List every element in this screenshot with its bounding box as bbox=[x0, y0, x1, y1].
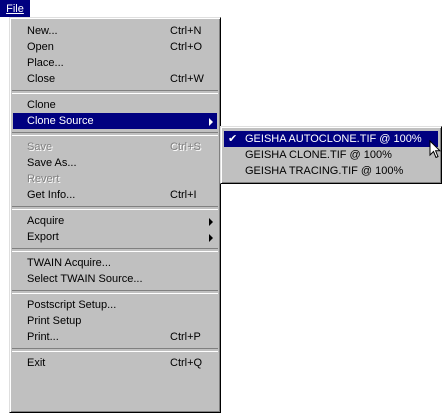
menu-item-exit-shortcut: Ctrl+Q bbox=[170, 357, 203, 369]
menu-item-exit-label: Exit bbox=[27, 357, 46, 369]
menu-item-place[interactable]: Place... bbox=[10, 55, 220, 71]
submenu-item-geisha-autoclone[interactable]: ✔ GEISHA AUTOCLONE.TIF @ 100% bbox=[224, 131, 438, 147]
menu-item-get-info[interactable]: Get Info... Ctrl+I bbox=[10, 187, 220, 203]
menu-item-clone-source[interactable]: Clone Source bbox=[13, 113, 217, 129]
menu-item-get-info-label: Get Info... bbox=[27, 189, 76, 201]
menu-item-twain-acquire-label: TWAIN Acquire... bbox=[27, 257, 111, 269]
menu-item-get-info-shortcut: Ctrl+I bbox=[170, 189, 197, 201]
clone-source-submenu: ✔ GEISHA AUTOCLONE.TIF @ 100% GEISHA CLON… bbox=[220, 126, 442, 184]
file-menu: New... Ctrl+N Open Ctrl+O Place... Close Ct… bbox=[9, 17, 221, 413]
menu-item-clone[interactable]: Clone bbox=[10, 97, 220, 113]
submenu-item-geisha-tracing-label: GEISHA TRACING.TIF @ 100% bbox=[245, 165, 404, 177]
menu-separator bbox=[12, 248, 218, 252]
submenu-item-geisha-clone[interactable]: GEISHA CLONE.TIF @ 100% bbox=[221, 147, 441, 163]
menu-item-twain-acquire[interactable]: TWAIN Acquire... bbox=[10, 255, 220, 271]
menu-item-close-label: Close bbox=[27, 73, 56, 85]
menu-item-save-label: Save bbox=[27, 141, 53, 153]
menu-separator bbox=[12, 348, 218, 352]
menu-item-print-setup-label: Print Setup bbox=[27, 315, 82, 327]
menu-item-acquire[interactable]: Acquire bbox=[10, 213, 220, 229]
submenu-arrow-icon bbox=[209, 234, 213, 242]
menu-item-clone-label: Clone bbox=[27, 99, 56, 111]
checkmark-icon: ✔ bbox=[228, 133, 238, 145]
menu-item-new-shortcut: Ctrl+N bbox=[170, 25, 202, 37]
menu-separator bbox=[12, 290, 218, 294]
menu-item-print-setup[interactable]: Print Setup bbox=[10, 313, 220, 329]
menubar-file[interactable]: File bbox=[0, 0, 30, 17]
menu-item-export[interactable]: Export bbox=[10, 229, 220, 245]
mouse-pointer-icon bbox=[429, 140, 441, 159]
menu-item-revert-label: Revert bbox=[27, 173, 60, 185]
menu-item-print-label: Print... bbox=[27, 331, 59, 343]
menu-item-new-label: New... bbox=[27, 25, 58, 37]
menu-item-acquire-label: Acquire bbox=[27, 215, 65, 227]
menu-item-export-label: Export bbox=[27, 231, 59, 243]
menu-item-postscript-setup[interactable]: Postscript Setup... bbox=[10, 297, 220, 313]
menu-item-print[interactable]: Print... Ctrl+P bbox=[10, 329, 220, 345]
submenu-item-geisha-tracing[interactable]: GEISHA TRACING.TIF @ 100% bbox=[221, 163, 441, 179]
menu-item-open-shortcut: Ctrl+O bbox=[170, 41, 203, 53]
menubar-file-label: File bbox=[6, 2, 24, 15]
menu-item-open-label: Open bbox=[27, 41, 54, 53]
menu-item-revert: Revert bbox=[10, 171, 220, 187]
submenu-arrow-icon bbox=[209, 218, 213, 226]
submenu-item-geisha-clone-label: GEISHA CLONE.TIF @ 100% bbox=[245, 149, 392, 161]
menu-item-select-twain-source[interactable]: Select TWAIN Source... bbox=[10, 271, 220, 287]
menu-item-place-label: Place... bbox=[27, 57, 64, 69]
menu-item-exit[interactable]: Exit Ctrl+Q bbox=[10, 355, 220, 371]
menu-item-new[interactable]: New... Ctrl+N bbox=[10, 23, 220, 39]
menu-item-select-twain-source-label: Select TWAIN Source... bbox=[27, 273, 143, 285]
menu-item-save-shortcut: Ctrl+S bbox=[170, 141, 201, 153]
menu-item-postscript-setup-label: Postscript Setup... bbox=[27, 299, 117, 311]
menu-item-save-as[interactable]: Save As... bbox=[10, 155, 220, 171]
submenu-arrow-icon bbox=[209, 118, 213, 126]
menu-item-close-shortcut: Ctrl+W bbox=[170, 73, 204, 85]
menu-separator bbox=[12, 90, 218, 94]
menu-separator bbox=[12, 132, 218, 136]
menu-item-print-shortcut: Ctrl+P bbox=[170, 331, 201, 343]
menu-item-save: Save Ctrl+S bbox=[10, 139, 220, 155]
menu-item-clone-source-label: Clone Source bbox=[27, 115, 94, 127]
submenu-item-geisha-autoclone-label: GEISHA AUTOCLONE.TIF @ 100% bbox=[245, 133, 422, 145]
menu-item-open[interactable]: Open Ctrl+O bbox=[10, 39, 220, 55]
menu-separator bbox=[12, 206, 218, 210]
menu-item-close[interactable]: Close Ctrl+W bbox=[10, 71, 220, 87]
menu-item-save-as-label: Save As... bbox=[27, 157, 77, 169]
